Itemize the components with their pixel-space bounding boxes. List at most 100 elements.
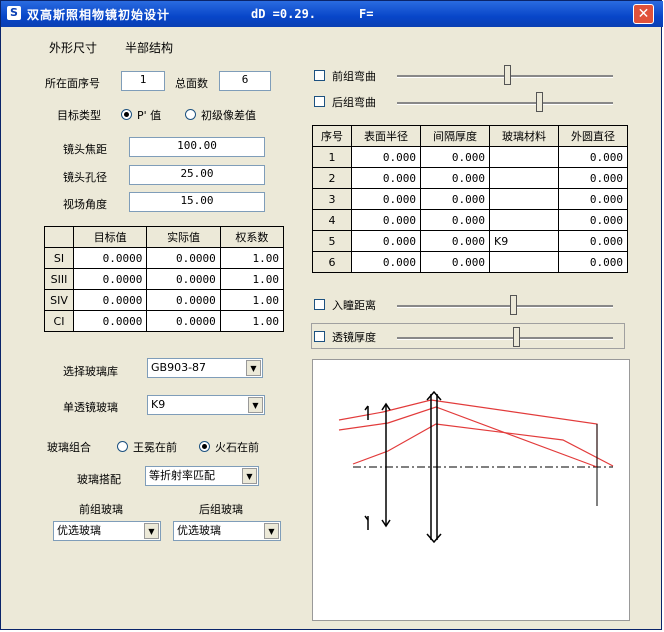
f-readout: F= <box>359 7 374 21</box>
chevron-down-icon[interactable]: ▼ <box>248 397 263 413</box>
column-header: 间隔厚度 <box>420 125 490 147</box>
cell-target[interactable]: 0.0000 <box>72 247 148 269</box>
cell-actual: 0.0000 <box>146 289 221 311</box>
column-header: 目标值 <box>72 226 148 248</box>
cell-radius[interactable]: 0.000 <box>351 230 421 252</box>
rear-bend-track[interactable] <box>397 102 613 105</box>
glass-match-select[interactable]: 等折射率匹配 ▼ <box>145 466 259 486</box>
flint-first-radio[interactable] <box>199 441 210 452</box>
cell-diameter[interactable]: 0.000 <box>558 230 628 252</box>
crown-first-label: 王冕在前 <box>133 441 177 454</box>
single-lens-glass-value: K9 <box>151 398 166 411</box>
column-header: 外圆直径 <box>558 125 628 147</box>
cell-thickness[interactable]: 0.000 <box>420 230 490 252</box>
cell-glass[interactable] <box>489 251 559 273</box>
cell-thickness[interactable]: 0.000 <box>420 167 490 189</box>
title-bar[interactable]: S 双高斯照相物镜初始设计 dD =0.29. F= ✕ <box>1 1 663 27</box>
table-row: 2 0.000 0.000 0.000 <box>312 167 628 189</box>
single-lens-glass-label: 单透镜玻璃 <box>63 401 118 414</box>
cell-glass[interactable] <box>489 188 559 210</box>
cell-weight[interactable]: 1.00 <box>219 289 285 311</box>
row-index: 5 <box>312 230 352 252</box>
rear-glass-select[interactable]: 优选玻璃 ▼ <box>173 521 281 541</box>
lens-thickness-track[interactable] <box>397 337 613 340</box>
total-surfaces-label: 总面数 <box>175 77 208 90</box>
table-row: SIII 0.0000 0.0000 1.00 <box>44 268 285 290</box>
aperture-input[interactable]: 25.00 <box>129 165 265 185</box>
front-bend-label: 前组弯曲 <box>332 70 376 83</box>
front-bend-checkbox[interactable] <box>314 70 325 81</box>
glass-match-value: 等折射率匹配 <box>149 469 215 482</box>
menu-half-structure[interactable]: 半部结构 <box>125 39 173 56</box>
main-window: S 双高斯照相物镜初始设计 dD =0.29. F= ✕ 外形尺寸 半部结构 所… <box>0 0 663 630</box>
cell-radius[interactable]: 0.000 <box>351 209 421 231</box>
cell-thickness[interactable]: 0.000 <box>420 146 490 168</box>
cell-glass[interactable] <box>489 209 559 231</box>
cell-thickness[interactable]: 0.000 <box>420 188 490 210</box>
row-index: 3 <box>312 188 352 210</box>
lens-2-bottom-arrow <box>426 533 442 544</box>
pupil-distance-slider[interactable] <box>510 295 517 315</box>
fov-input[interactable]: 15.00 <box>129 192 265 212</box>
target-p-radio[interactable] <box>121 109 132 120</box>
cell-diameter[interactable]: 0.000 <box>558 146 628 168</box>
window-title: 双高斯照相物镜初始设计 <box>27 8 171 22</box>
total-surfaces-input[interactable]: 6 <box>219 71 271 91</box>
table-row: CI 0.0000 0.0000 1.00 <box>44 310 285 332</box>
pupil-distance-track[interactable] <box>397 305 613 308</box>
glass-combo-label: 玻璃组合 <box>47 441 91 454</box>
cell-weight[interactable]: 1.00 <box>219 268 285 290</box>
cell-diameter[interactable]: 0.000 <box>558 251 628 273</box>
ray-chief <box>352 423 614 467</box>
lens-thickness-slider[interactable] <box>513 327 520 347</box>
table-row: 3 0.000 0.000 0.000 <box>312 188 628 210</box>
cell-thickness[interactable]: 0.000 <box>420 209 490 231</box>
cell-actual: 0.0000 <box>146 310 221 332</box>
fov-label: 视场角度 <box>63 198 107 211</box>
cell-weight[interactable]: 1.00 <box>219 247 285 269</box>
cell-weight[interactable]: 1.00 <box>219 310 285 332</box>
surface-table: 序号 表面半径 间隔厚度 玻璃材料 外圆直径 1 0.000 0.000 0.0… <box>312 125 628 273</box>
lens-thickness-checkbox[interactable] <box>314 331 325 342</box>
rear-bend-slider[interactable] <box>536 92 543 112</box>
column-header: 玻璃材料 <box>489 125 559 147</box>
cell-target[interactable]: 0.0000 <box>72 289 148 311</box>
surface-index-input[interactable]: 1 <box>121 71 165 91</box>
row-label: SIII <box>44 268 74 290</box>
cell-target[interactable]: 0.0000 <box>72 310 148 332</box>
cell-diameter[interactable]: 0.000 <box>558 167 628 189</box>
cell-radius[interactable]: 0.000 <box>351 167 421 189</box>
glass-library-select[interactable]: GB903-87 ▼ <box>147 358 263 378</box>
pupil-distance-checkbox[interactable] <box>314 299 325 310</box>
aberration-table: 目标值 实际值 权系数 SI 0.0000 0.0000 1.00 SIII 0… <box>44 226 285 332</box>
focal-input[interactable]: 100.00 <box>129 137 265 157</box>
rear-bend-checkbox[interactable] <box>314 96 325 107</box>
cell-glass[interactable]: K9 <box>489 230 559 252</box>
close-button[interactable]: ✕ <box>633 4 654 24</box>
column-header: 表面半径 <box>351 125 421 147</box>
ray-marginal <box>338 406 598 468</box>
cell-target[interactable]: 0.0000 <box>72 268 148 290</box>
cell-diameter[interactable]: 0.000 <box>558 209 628 231</box>
cell-radius[interactable]: 0.000 <box>351 146 421 168</box>
chevron-down-icon[interactable]: ▼ <box>264 523 279 539</box>
column-header: 权系数 <box>219 226 285 248</box>
cell-glass[interactable] <box>489 167 559 189</box>
cell-glass[interactable] <box>489 146 559 168</box>
chevron-down-icon[interactable]: ▼ <box>246 360 261 376</box>
menu-outline-size[interactable]: 外形尺寸 <box>49 39 97 56</box>
cell-actual: 0.0000 <box>146 247 221 269</box>
chevron-down-icon[interactable]: ▼ <box>144 523 159 539</box>
cell-radius[interactable]: 0.000 <box>351 251 421 273</box>
cell-thickness[interactable]: 0.000 <box>420 251 490 273</box>
chevron-down-icon[interactable]: ▼ <box>242 468 257 484</box>
single-lens-glass-select[interactable]: K9 ▼ <box>147 395 265 415</box>
cell-radius[interactable]: 0.000 <box>351 188 421 210</box>
front-glass-select[interactable]: 优选玻璃 ▼ <box>53 521 161 541</box>
rear-glass-label: 后组玻璃 <box>199 503 243 516</box>
cell-diameter[interactable]: 0.000 <box>558 188 628 210</box>
front-bend-slider[interactable] <box>504 65 511 85</box>
crown-first-radio[interactable] <box>117 441 128 452</box>
target-aberration-radio[interactable] <box>185 109 196 120</box>
table-header-row: 目标值 实际值 权系数 <box>44 226 285 248</box>
